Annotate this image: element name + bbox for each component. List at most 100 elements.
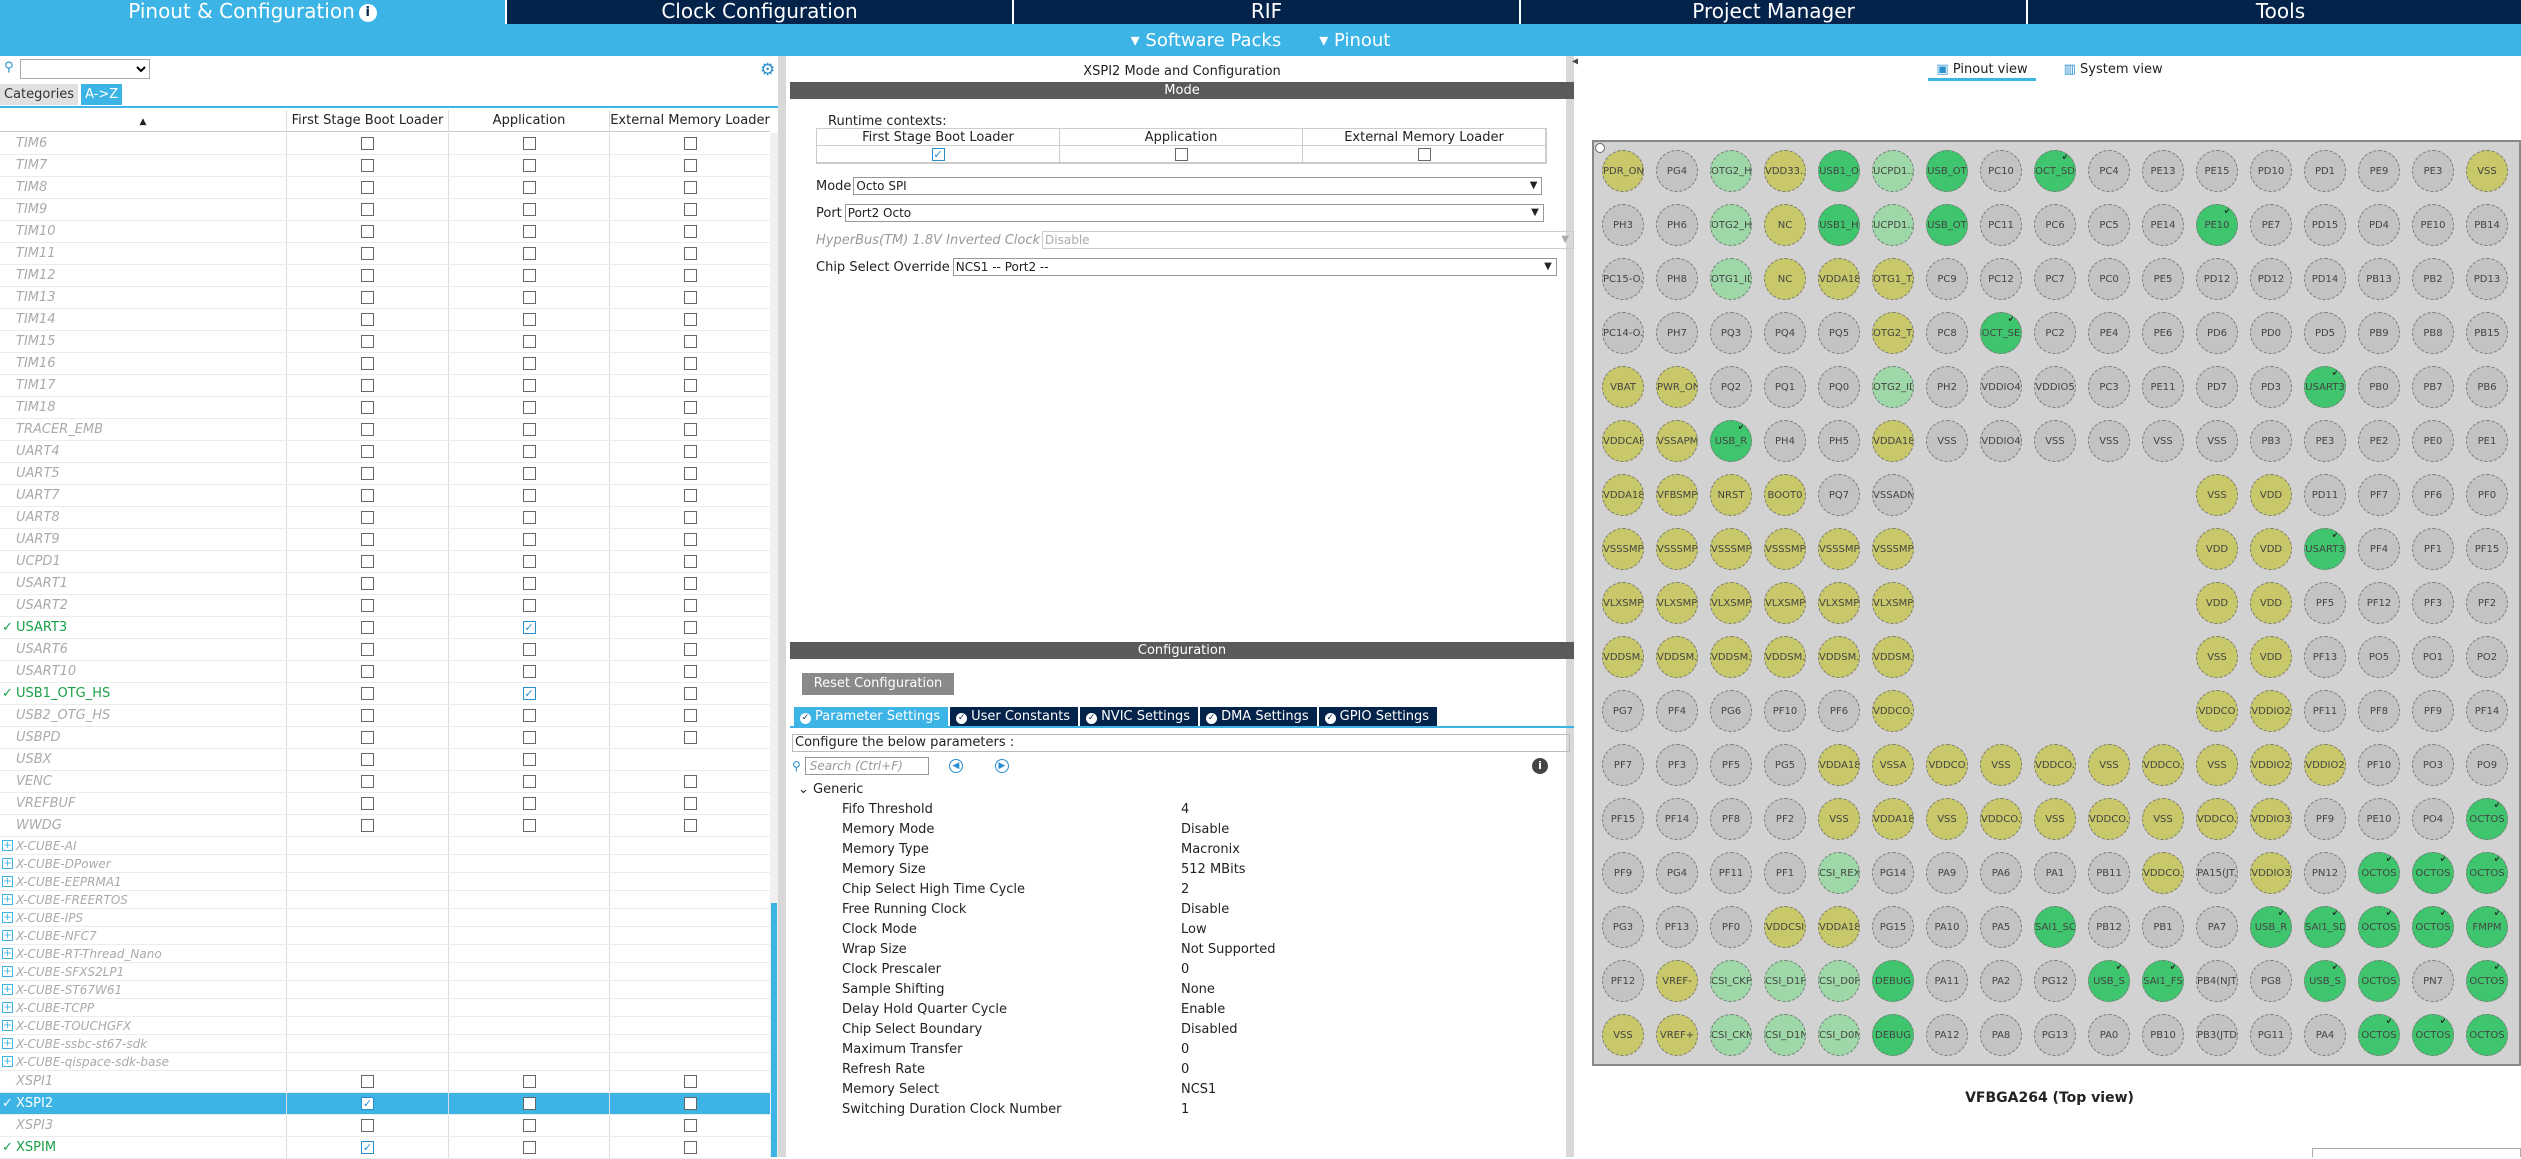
- pin[interactable]: OCTOS ✓: [2358, 1014, 2400, 1056]
- pin[interactable]: VSSSMPS: [1764, 528, 1806, 570]
- pin[interactable]: PF12: [2358, 582, 2400, 624]
- parameter-row[interactable]: Delay Hold Quarter Cycle Enable: [842, 1002, 1562, 1022]
- table-row[interactable]: ✓ USB1_OTG_HS ✓: [0, 683, 770, 705]
- table-row[interactable]: + X-CUBE-SFXS2LP1: [0, 963, 770, 981]
- pin[interactable]: OCT_SD ✓: [2034, 150, 2076, 192]
- context-checkbox[interactable]: [683, 1075, 697, 1088]
- tab-tools[interactable]: Tools: [2028, 0, 2521, 24]
- pin[interactable]: PE3: [2412, 150, 2454, 192]
- pin[interactable]: USART3 ✓: [2304, 366, 2346, 408]
- pin[interactable]: VDDIO2: [2304, 744, 2346, 786]
- table-row[interactable]: XSPI3: [0, 1115, 770, 1137]
- pin[interactable]: PF1: [2412, 528, 2454, 570]
- application-column-header[interactable]: Application: [449, 110, 610, 131]
- pin[interactable]: PE0: [2412, 420, 2454, 462]
- context-checkbox[interactable]: [683, 313, 697, 326]
- context-checkbox[interactable]: [683, 797, 697, 810]
- pin[interactable]: OCTOS: [2466, 1014, 2508, 1056]
- table-row[interactable]: + X-CUBE-TOUCHGFX: [0, 1017, 770, 1035]
- pin[interactable]: BOOT0: [1764, 474, 1806, 516]
- pin[interactable]: PQ2: [1710, 366, 1752, 408]
- parameter-value[interactable]: Disable: [1181, 822, 1229, 842]
- pin[interactable]: PB3(JTD...: [2196, 1014, 2238, 1056]
- pin[interactable]: OCTOS: [2358, 960, 2400, 1002]
- table-row[interactable]: ✓ XSPIM ✓: [0, 1137, 770, 1159]
- pin[interactable]: PF2: [2466, 582, 2508, 624]
- table-row[interactable]: TIM9: [0, 199, 770, 221]
- pin[interactable]: NC: [1764, 204, 1806, 246]
- pin[interactable]: PC9: [1926, 258, 1968, 300]
- tab-rif[interactable]: RIF: [1014, 0, 1521, 24]
- pin[interactable]: PA10: [1926, 906, 1968, 948]
- pin[interactable]: USB_OT: [1926, 150, 1968, 192]
- context-checkbox[interactable]: [522, 709, 536, 722]
- pin[interactable]: VDDCO...: [2196, 798, 2238, 840]
- pin[interactable]: OCT_SE ✓: [1980, 312, 2022, 354]
- context-checkbox[interactable]: [522, 1075, 536, 1088]
- context-checkbox[interactable]: [683, 137, 697, 150]
- context-checkbox[interactable]: [683, 643, 697, 656]
- pin[interactable]: NRST: [1710, 474, 1752, 516]
- pin[interactable]: PQ7: [1818, 474, 1860, 516]
- context-checkbox[interactable]: [361, 1119, 374, 1132]
- context-checkbox[interactable]: [683, 225, 697, 238]
- table-row[interactable]: TIM8: [0, 177, 770, 199]
- pin[interactable]: VLXSMPS: [1764, 582, 1806, 624]
- pin[interactable]: OTG2_H: [1710, 150, 1752, 192]
- pin[interactable]: VLXSMPS: [1656, 582, 1698, 624]
- context-checkbox[interactable]: [683, 357, 697, 370]
- pin[interactable]: PF1: [1764, 852, 1806, 894]
- pin[interactable]: PQ1: [1764, 366, 1806, 408]
- pin[interactable]: OCTOS ✓: [2466, 960, 2508, 1002]
- context-checkbox[interactable]: [361, 269, 374, 282]
- pin[interactable]: PO1: [2412, 636, 2454, 678]
- table-row[interactable]: UART4: [0, 441, 770, 463]
- pin[interactable]: PD12: [2250, 258, 2292, 300]
- context-checkbox[interactable]: [361, 797, 374, 810]
- table-row[interactable]: TIM13: [0, 287, 770, 309]
- context-checkbox[interactable]: [361, 445, 374, 458]
- pin[interactable]: PD13: [2466, 258, 2508, 300]
- context-checkbox[interactable]: [522, 379, 536, 392]
- table-row[interactable]: TIM18: [0, 397, 770, 419]
- ext-mem-loader-column-header[interactable]: External Memory Loader: [610, 110, 770, 131]
- pin[interactable]: PO3: [2412, 744, 2454, 786]
- pin[interactable]: PF8: [2358, 690, 2400, 732]
- tab-parameter-settings[interactable]: ✓ Parameter Settings: [794, 707, 949, 726]
- context-checkbox[interactable]: [683, 511, 697, 524]
- pin[interactable]: PB11: [2088, 852, 2130, 894]
- table-row[interactable]: ✓ XSPI2 ✓: [0, 1093, 770, 1115]
- parameter-value[interactable]: Not Supported: [1181, 942, 1276, 962]
- context-checkbox[interactable]: [1417, 147, 1431, 161]
- parameter-value[interactable]: Disabled: [1181, 1022, 1237, 1042]
- pin[interactable]: VDDCO...: [1872, 690, 1914, 732]
- expand-icon[interactable]: +: [2, 876, 13, 887]
- reset-configuration-button[interactable]: Reset Configuration: [802, 673, 954, 695]
- context-checkbox[interactable]: [522, 291, 536, 304]
- pin[interactable]: PB14: [2466, 204, 2508, 246]
- context-checkbox[interactable]: [522, 313, 536, 326]
- pin[interactable]: PE3: [2304, 420, 2346, 462]
- pin[interactable]: VDDCO...: [2142, 744, 2184, 786]
- pin[interactable]: PG13: [2034, 1014, 2076, 1056]
- table-row[interactable]: UART5: [0, 463, 770, 485]
- context-checkbox[interactable]: [361, 555, 374, 568]
- context-checkbox[interactable]: [683, 819, 697, 832]
- pin[interactable]: VLXSMPS: [1872, 582, 1914, 624]
- parameter-value[interactable]: 0: [1181, 1042, 1189, 1062]
- parameter-value[interactable]: NCS1: [1181, 1082, 1216, 1102]
- pin[interactable]: CSI_CKN: [1710, 1014, 1752, 1056]
- context-checkbox[interactable]: [522, 1141, 536, 1154]
- pin[interactable]: VSS: [2142, 798, 2184, 840]
- pin[interactable]: VDDA18: [1818, 744, 1860, 786]
- table-row[interactable]: TIM10: [0, 221, 770, 243]
- pin[interactable]: VDD: [2250, 528, 2292, 570]
- context-checkbox[interactable]: [683, 599, 697, 612]
- pin[interactable]: VSS: [2088, 744, 2130, 786]
- pin[interactable]: VDDA18: [1872, 798, 1914, 840]
- context-checkbox[interactable]: [683, 401, 697, 414]
- pin[interactable]: PC7: [2034, 258, 2076, 300]
- table-row[interactable]: + X-CUBE-NFC7: [0, 927, 770, 945]
- context-checkbox[interactable]: ✓: [522, 687, 536, 700]
- context-checkbox[interactable]: [522, 599, 536, 612]
